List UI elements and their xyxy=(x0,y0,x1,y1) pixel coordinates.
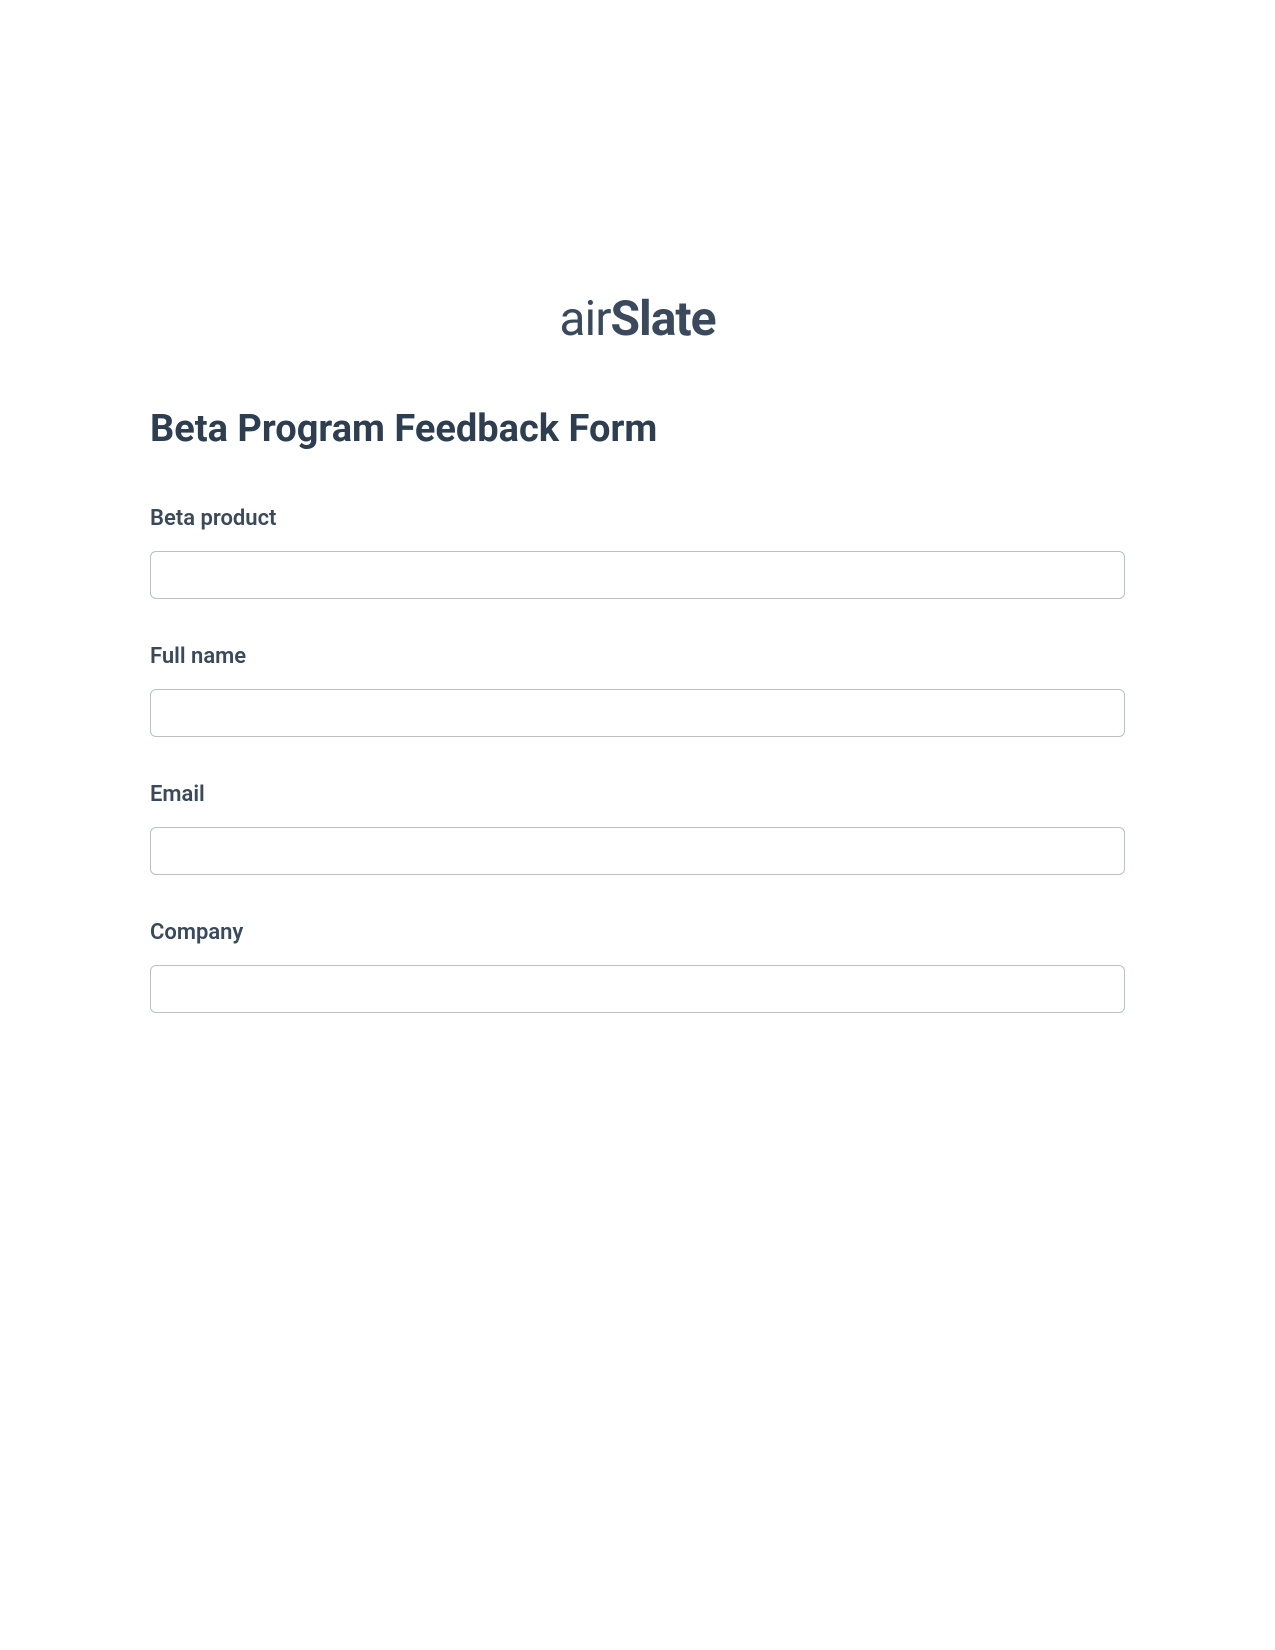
logo-text: airSlate xyxy=(559,290,715,347)
label-email: Email xyxy=(150,782,1125,807)
label-beta-product: Beta product xyxy=(150,506,1125,531)
label-full-name: Full name xyxy=(150,644,1125,669)
input-company[interactable] xyxy=(150,965,1125,1013)
input-email[interactable] xyxy=(150,827,1125,875)
field-company: Company xyxy=(150,920,1125,1013)
input-beta-product[interactable] xyxy=(150,551,1125,599)
label-company: Company xyxy=(150,920,1125,945)
input-full-name[interactable] xyxy=(150,689,1125,737)
field-full-name: Full name xyxy=(150,644,1125,737)
form-page: airSlate Beta Program Feedback Form Beta… xyxy=(0,0,1275,1013)
field-email: Email xyxy=(150,782,1125,875)
logo-prefix: air xyxy=(559,290,610,347)
logo-suffix: Slate xyxy=(610,290,715,347)
field-beta-product: Beta product xyxy=(150,506,1125,599)
logo: airSlate xyxy=(150,290,1125,347)
form-title: Beta Program Feedback Form xyxy=(150,407,1125,451)
